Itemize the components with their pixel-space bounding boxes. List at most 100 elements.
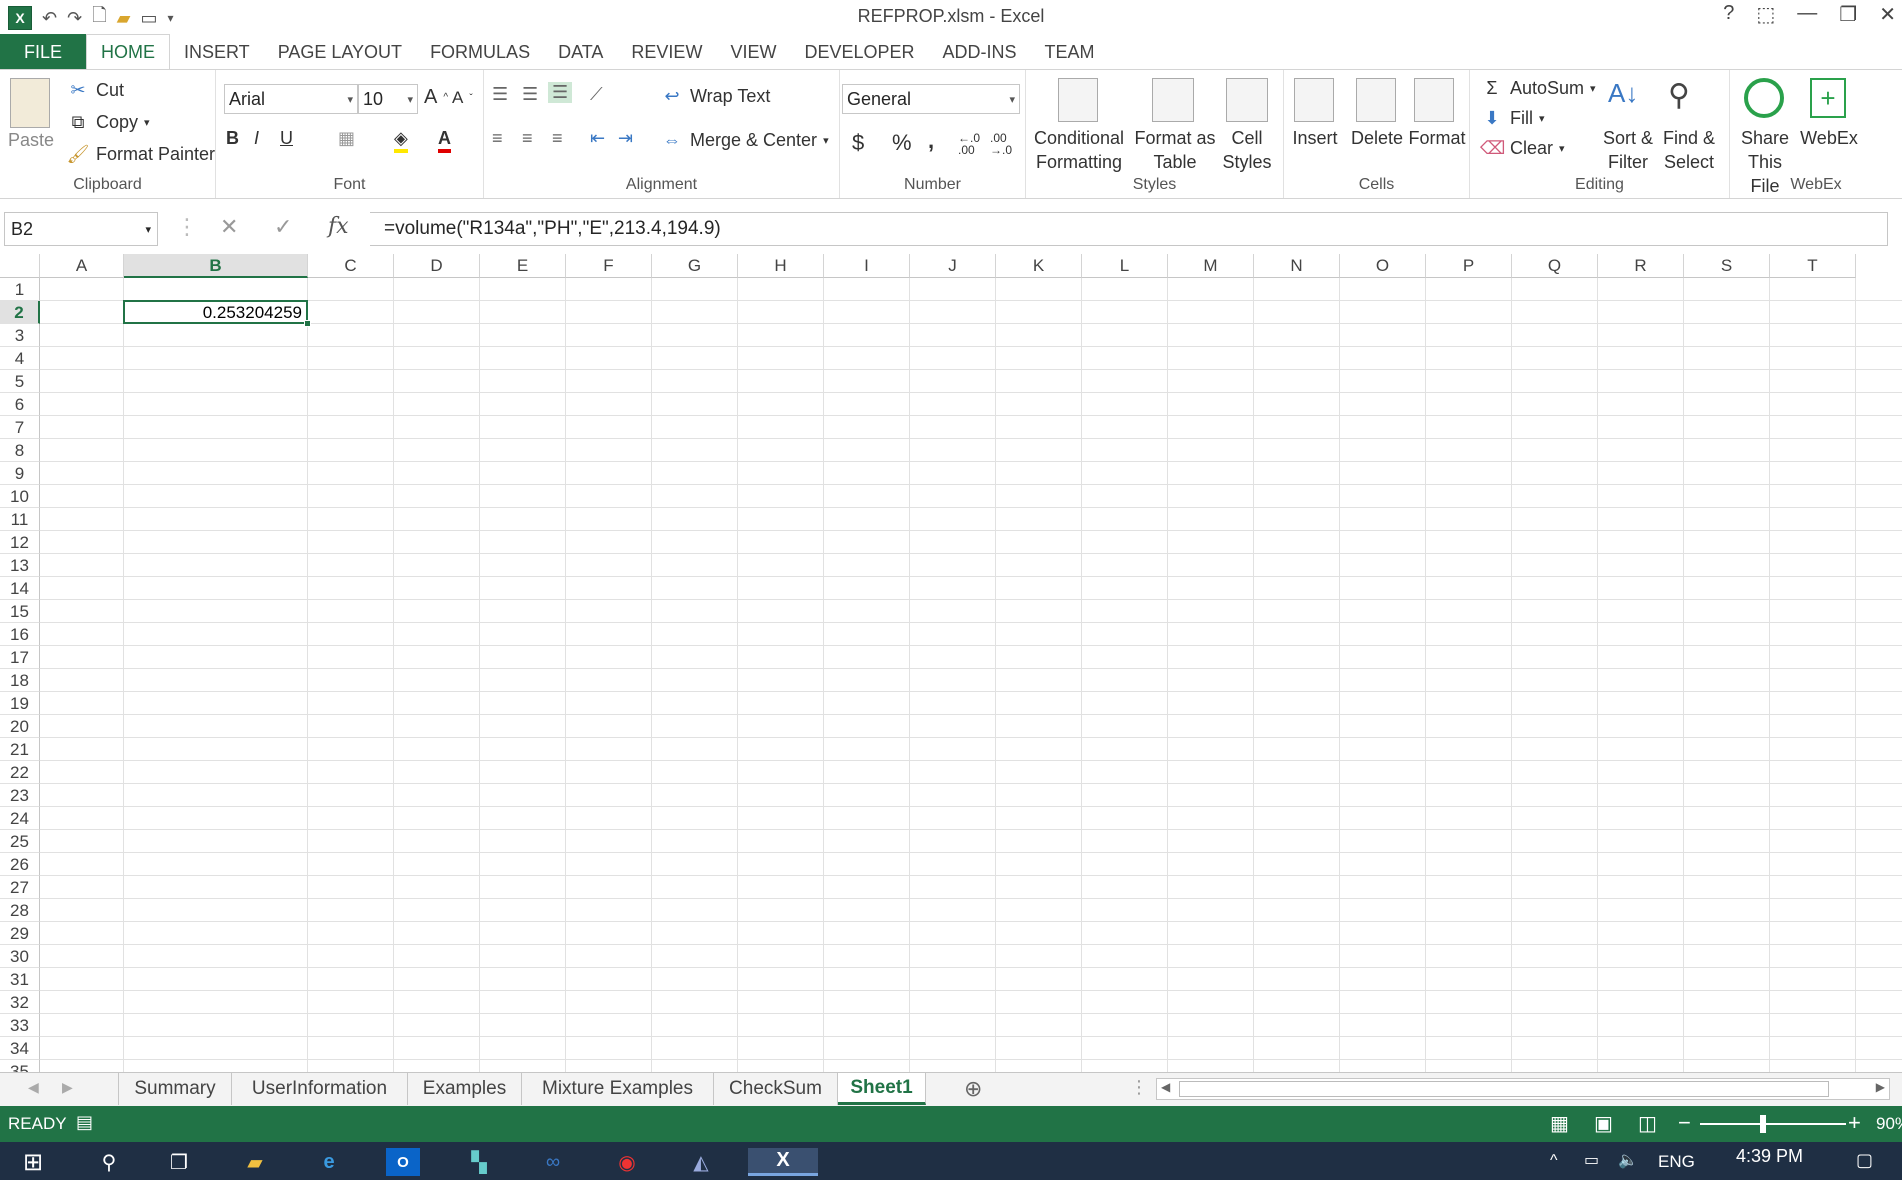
scroll-right-icon[interactable]: ▶ [1876, 1080, 1885, 1094]
volume-icon[interactable]: 🔈 [1618, 1150, 1638, 1170]
align-left-icon[interactable]: ≡ [492, 128, 503, 149]
column-header-e[interactable]: E [480, 254, 566, 278]
excel-taskbar-icon[interactable]: X [748, 1148, 818, 1176]
row-header-4[interactable]: 4 [0, 347, 40, 370]
clear-button[interactable]: ⌫ Clear ▾ [1480, 136, 1565, 160]
decrease-indent-icon[interactable]: ⇤ [590, 128, 605, 149]
font-color-icon[interactable]: A [438, 128, 451, 153]
cell-styles-icon[interactable] [1226, 78, 1268, 122]
cut-button[interactable]: ✂ Cut [66, 78, 124, 102]
column-header-l[interactable]: L [1082, 254, 1168, 278]
webex-button[interactable]: WebEx [1800, 126, 1858, 150]
zoom-level[interactable]: 90% [1876, 1114, 1902, 1134]
row-header-18[interactable]: 18 [0, 669, 40, 692]
zoom-out-icon[interactable]: − [1678, 1110, 1691, 1136]
row-header-8[interactable]: 8 [0, 439, 40, 462]
row-header-21[interactable]: 21 [0, 738, 40, 761]
row-header-28[interactable]: 28 [0, 899, 40, 922]
cell-styles-button[interactable]: Cell Styles [1216, 126, 1278, 174]
insert-function-icon[interactable]: fx [328, 214, 349, 239]
row-header-27[interactable]: 27 [0, 876, 40, 899]
underline-button[interactable]: U [280, 128, 293, 149]
row-header-2[interactable]: 2 [0, 301, 40, 324]
app-icon[interactable]: ▚ [462, 1148, 496, 1176]
top-align-icon[interactable]: ☰ [492, 84, 508, 105]
scroll-left-icon[interactable]: ◀ [28, 1079, 39, 1096]
row-header-3[interactable]: 3 [0, 324, 40, 347]
share-webex-icon[interactable] [1744, 78, 1784, 118]
conditional-formatting-button[interactable]: Conditional Formatting [1024, 126, 1134, 174]
italic-button[interactable]: I [254, 128, 259, 149]
comma-button[interactable]: , [928, 128, 934, 154]
language-indicator[interactable]: ENG [1658, 1152, 1695, 1172]
clock-time[interactable]: 4:39 PM [1736, 1146, 1803, 1167]
row-header-26[interactable]: 26 [0, 853, 40, 876]
row-header-12[interactable]: 12 [0, 531, 40, 554]
sheet-tab-mixture-examples[interactable]: Mixture Examples [522, 1073, 714, 1105]
format-cells-button[interactable]: Format [1406, 126, 1468, 150]
increase-decimal-button[interactable]: ←.0 .00 [958, 132, 988, 156]
paste-button[interactable]: Paste [4, 128, 58, 152]
scroll-left-icon[interactable]: ◀ [1161, 1080, 1170, 1094]
row-header-13[interactable]: 13 [0, 554, 40, 577]
tab-data[interactable]: DATA [544, 34, 617, 70]
zoom-slider[interactable] [1700, 1123, 1846, 1125]
font-name-select[interactable]: Arial ▾ [224, 84, 358, 114]
column-header-b[interactable]: B [124, 254, 308, 278]
insert-cells-button[interactable]: Insert [1284, 126, 1346, 150]
font-size-select[interactable]: 10 ▾ [358, 84, 418, 114]
row-header-22[interactable]: 22 [0, 761, 40, 784]
column-header-k[interactable]: K [996, 254, 1082, 278]
column-header-n[interactable]: N [1254, 254, 1340, 278]
horizontal-scrollbar[interactable]: ◀ ▶ [1156, 1078, 1890, 1100]
delete-cells-icon[interactable] [1356, 78, 1396, 122]
close-icon[interactable]: ✕ [1879, 2, 1896, 27]
column-header-d[interactable]: D [394, 254, 480, 278]
tab-team[interactable]: TEAM [1031, 34, 1109, 70]
column-header-i[interactable]: I [824, 254, 910, 278]
row-header-1[interactable]: 1 [0, 278, 40, 301]
decrease-decimal-button[interactable]: .00 →.0 [990, 132, 1020, 156]
row-header-29[interactable]: 29 [0, 922, 40, 945]
tab-review[interactable]: REVIEW [617, 34, 716, 70]
column-header-f[interactable]: F [566, 254, 652, 278]
webex-add-icon[interactable]: + [1810, 78, 1846, 118]
scrollbar-thumb[interactable] [1179, 1081, 1829, 1097]
sheet-tab-userinformation[interactable]: UserInformation [232, 1073, 408, 1105]
format-as-table-icon[interactable] [1152, 78, 1194, 122]
column-header-q[interactable]: Q [1512, 254, 1598, 278]
cancel-icon[interactable]: ✕ [220, 214, 238, 240]
bold-button[interactable]: B [226, 128, 239, 149]
sheet-tab-summary[interactable]: Summary [118, 1073, 232, 1105]
tab-formulas[interactable]: FORMULAS [416, 34, 544, 70]
row-header-30[interactable]: 30 [0, 945, 40, 968]
row-header-35[interactable]: 35 [0, 1060, 40, 1072]
row-header-31[interactable]: 31 [0, 968, 40, 991]
row-header-9[interactable]: 9 [0, 462, 40, 485]
column-header-t[interactable]: T [1770, 254, 1856, 278]
restore-icon[interactable]: ❐ [1839, 2, 1857, 27]
zoom-slider-knob[interactable] [1760, 1115, 1766, 1133]
row-header-32[interactable]: 32 [0, 991, 40, 1014]
row-header-34[interactable]: 34 [0, 1037, 40, 1060]
column-header-c[interactable]: C [308, 254, 394, 278]
ribbon-display-icon[interactable]: ⬚ [1756, 2, 1775, 27]
format-painter-button[interactable]: 🖌 Format Painter [66, 142, 215, 166]
increase-indent-icon[interactable]: ⇥ [618, 128, 633, 149]
minimize-icon[interactable]: — [1797, 2, 1817, 27]
sheet-tab-sheet1[interactable]: Sheet1 [838, 1073, 926, 1105]
zoom-in-icon[interactable]: + [1848, 1110, 1861, 1136]
insert-cells-icon[interactable] [1294, 78, 1334, 122]
action-center-icon[interactable]: ▢ [1856, 1150, 1873, 1171]
infinity-app-icon[interactable]: ∞ [536, 1148, 570, 1176]
autosum-button[interactable]: Σ AutoSum ▾ [1480, 76, 1595, 100]
cell-b2[interactable]: 0.253204259 [124, 303, 302, 323]
borders-icon[interactable]: ▦ [338, 128, 355, 149]
number-format-select[interactable]: General ▾ [842, 84, 1020, 114]
currency-button[interactable]: $ [852, 130, 864, 156]
row-header-17[interactable]: 17 [0, 646, 40, 669]
tab-page-layout[interactable]: PAGE LAYOUT [264, 34, 416, 70]
column-header-o[interactable]: O [1340, 254, 1426, 278]
column-header-m[interactable]: M [1168, 254, 1254, 278]
conditional-formatting-icon[interactable] [1058, 78, 1098, 122]
